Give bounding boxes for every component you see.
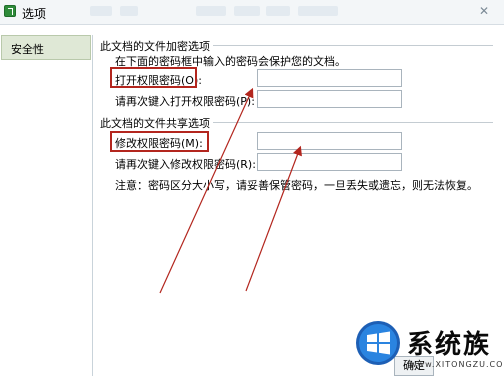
annotation-arrows (159, 87, 302, 294)
windows-logo-icon (356, 321, 400, 365)
watermark-brand: 系统族 (407, 330, 492, 360)
arrow-to-open-password (159, 87, 254, 294)
arrow-to-modify-password (245, 145, 302, 292)
watermark-url: www.XITONGZU.COM (410, 360, 504, 369)
